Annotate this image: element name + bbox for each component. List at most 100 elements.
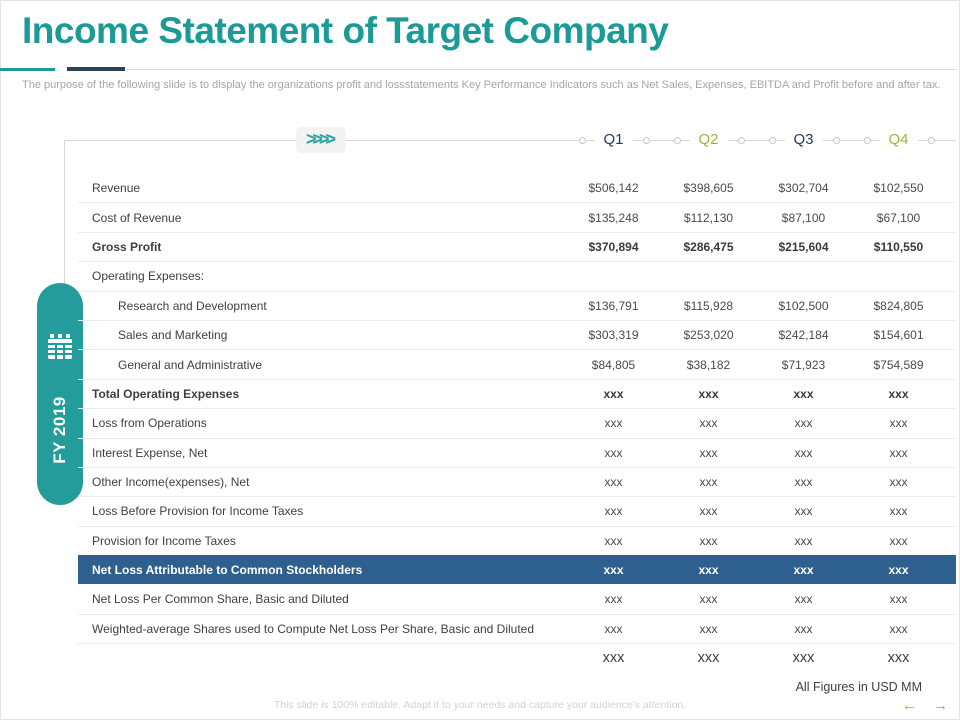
table-row: General and Administrative$84,805$38,182… (78, 349, 956, 378)
quarter-label-q4: Q4 (879, 128, 917, 152)
timeline-dot (833, 137, 840, 144)
cell-value: $84,805 (566, 358, 661, 372)
cell-value: xxx (566, 416, 661, 430)
cell-value: $110,550 (851, 240, 946, 254)
income-statement-table: Revenue$506,142$398,605$302,704$102,550C… (78, 173, 956, 673)
chevron-right-icon: >>>> (296, 127, 346, 153)
row-label: Total Operating Expenses (78, 387, 566, 401)
row-label: Operating Expenses: (78, 269, 566, 283)
cell-value: xxx (851, 622, 946, 636)
cell-value: $286,475 (661, 240, 756, 254)
cell-value: xxx (566, 563, 661, 577)
row-label: Net Loss Per Common Share, Basic and Dil… (78, 592, 566, 606)
title-underline-navy (67, 67, 125, 71)
cell-value: xxx (661, 504, 756, 518)
row-label: Provision for Income Taxes (78, 534, 566, 548)
table-row: Net Loss Attributable to Common Stockhol… (78, 555, 956, 584)
cell-value: xxx (851, 650, 946, 666)
cell-value: $135,248 (566, 211, 661, 225)
cell-value: xxx (566, 504, 661, 518)
table-row: Other Income(expenses), Netxxxxxxxxxxxx (78, 467, 956, 496)
cell-value: xxx (756, 446, 851, 460)
cell-value: $136,791 (566, 299, 661, 313)
cell-value: $506,142 (566, 181, 661, 195)
table-row: Sales and Marketing$303,319$253,020$242,… (78, 320, 956, 349)
timeline-dot (864, 137, 871, 144)
table-row: Revenue$506,142$398,605$302,704$102,550 (78, 173, 956, 202)
cell-value: $67,100 (851, 211, 946, 225)
table-row: Interest Expense, Netxxxxxxxxxxxx (78, 438, 956, 467)
row-label: Other Income(expenses), Net (78, 475, 566, 489)
cell-value: $302,704 (756, 181, 851, 195)
cell-value: xxx (756, 563, 851, 577)
cell-value: $824,805 (851, 299, 946, 313)
next-slide-arrow-icon[interactable]: → (933, 697, 948, 715)
cell-value: xxx (851, 563, 946, 577)
cell-value: xxx (566, 650, 661, 666)
cell-value: $253,020 (661, 328, 756, 342)
cell-value: $102,550 (851, 181, 946, 195)
cell-value: xxx (851, 592, 946, 606)
cell-value: xxx (851, 416, 946, 430)
cell-value: xxx (661, 446, 756, 460)
cell-value: xxx (661, 622, 756, 636)
cell-value: xxx (851, 446, 946, 460)
cell-value: xxx (661, 475, 756, 489)
row-label: Interest Expense, Net (78, 446, 566, 460)
timeline-dot (643, 137, 650, 144)
table-row: Net Loss Per Common Share, Basic and Dil… (78, 584, 956, 613)
cell-value: xxx (851, 534, 946, 548)
cell-value: xxx (661, 563, 756, 577)
cell-value: xxx (756, 622, 851, 636)
cell-value: xxx (566, 446, 661, 460)
cell-value: $87,100 (756, 211, 851, 225)
table-row: Weighted-average Shares used to Compute … (78, 614, 956, 643)
row-label: Loss Before Provision for Income Taxes (78, 504, 566, 518)
cell-value: xxx (756, 387, 851, 401)
row-label: Net Loss Attributable to Common Stockhol… (78, 563, 566, 577)
table-row: Loss from Operationsxxxxxxxxxxxx (78, 408, 956, 437)
title-underline-gray (127, 69, 957, 70)
cell-value: xxx (851, 504, 946, 518)
timeline-dot (769, 137, 776, 144)
cell-value: $112,130 (661, 211, 756, 225)
title-underline-teal (0, 68, 55, 71)
row-label: Revenue (78, 181, 566, 195)
timeline-dot (579, 137, 586, 144)
cell-value: xxx (566, 592, 661, 606)
prev-slide-arrow-icon[interactable]: ← (902, 697, 917, 715)
row-label: General and Administrative (78, 358, 566, 372)
table-row: Cost of Revenue$135,248$112,130$87,100$6… (78, 202, 956, 231)
cell-value: xxx (566, 622, 661, 636)
cell-value: xxx (756, 416, 851, 430)
cell-value: $115,928 (661, 299, 756, 313)
cell-value: $754,589 (851, 358, 946, 372)
table-row: xxxxxxxxxxxx (78, 643, 956, 672)
figures-unit-note: All Figures in USD MM (796, 680, 922, 694)
table-row: Provision for Income Taxesxxxxxxxxxxxx (78, 526, 956, 555)
quarter-label-q2: Q2 (689, 128, 727, 152)
cell-value: xxx (661, 534, 756, 548)
quarter-label-q1: Q1 (594, 128, 632, 152)
row-label: Weighted-average Shares used to Compute … (78, 622, 566, 636)
cell-value: xxx (756, 650, 851, 666)
table-row: Total Operating Expensesxxxxxxxxxxxx (78, 379, 956, 408)
editable-footer-note: This slide is 100% editable. Adapt it to… (0, 699, 960, 711)
cell-value: xxx (566, 387, 661, 401)
cell-value: xxx (851, 387, 946, 401)
slide: Income Statement of Target Company The p… (0, 0, 960, 720)
cell-value: $38,182 (661, 358, 756, 372)
row-label: Cost of Revenue (78, 211, 566, 225)
cell-value: $398,605 (661, 181, 756, 195)
cell-value: xxx (661, 650, 756, 666)
cell-value: $215,604 (756, 240, 851, 254)
table-row: Loss Before Provision for Income Taxesxx… (78, 496, 956, 525)
cell-value: $154,601 (851, 328, 946, 342)
slide-subtitle: The purpose of the following slide is to… (22, 79, 942, 91)
cell-value: xxx (661, 387, 756, 401)
page-title: Income Statement of Target Company (22, 10, 668, 52)
table-row: Operating Expenses: (78, 261, 956, 290)
row-label: Loss from Operations (78, 416, 566, 430)
row-label: Gross Profit (78, 240, 566, 254)
cell-value: xxx (756, 592, 851, 606)
